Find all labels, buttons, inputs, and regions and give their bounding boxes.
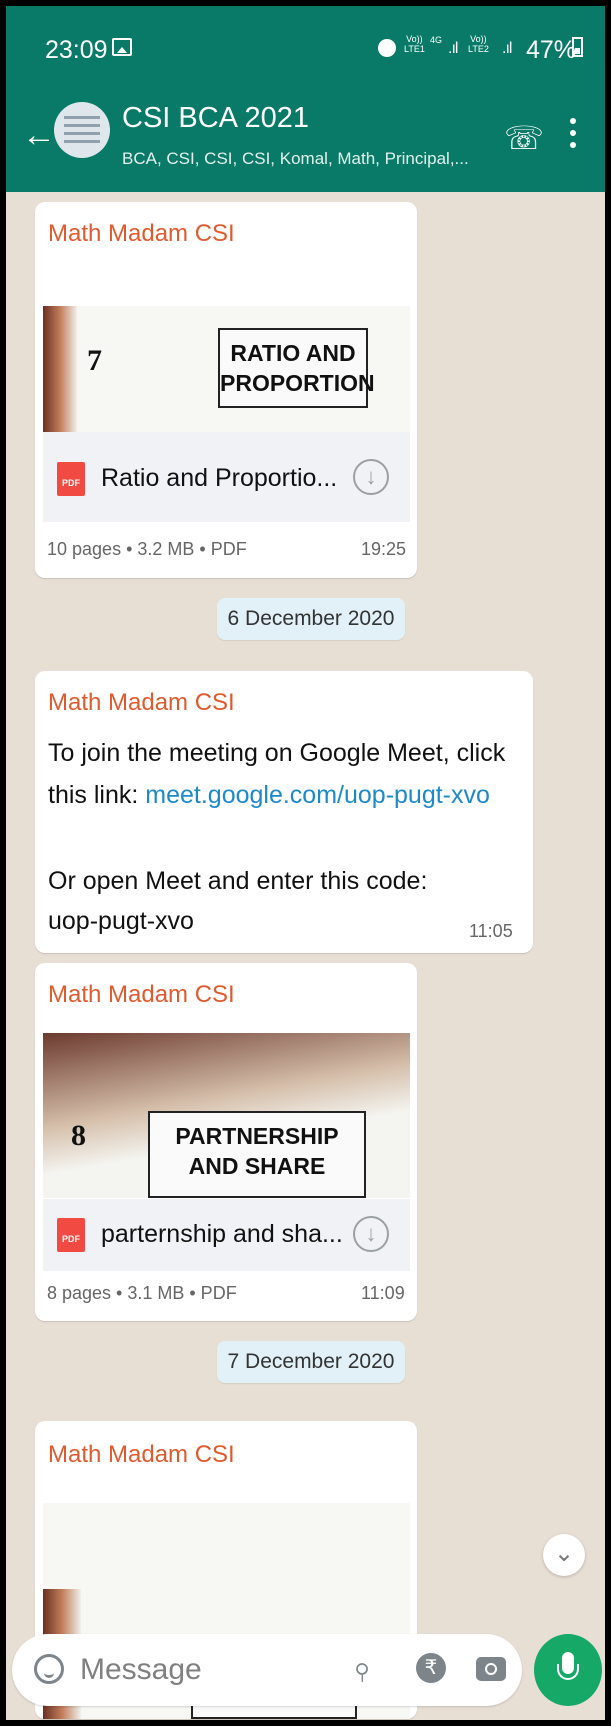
- message-time: 11:09: [361, 1283, 405, 1303]
- double-chevron-down-icon[interactable]: ⌄: [543, 1534, 585, 1576]
- sender-name: Math Madam CSI: [48, 689, 235, 716]
- signal-bars-icon: .ıl: [448, 40, 459, 57]
- pdf-icon: PDF: [57, 1218, 85, 1252]
- message-bubble[interactable]: Math Madam CSI 8 PARTNERSHIP AND SHARE P…: [35, 963, 417, 1321]
- chat-members[interactable]: BCA, CSI, CSI, CSI, Komal, Math, Princip…: [122, 149, 469, 169]
- microphone-button[interactable]: [534, 1634, 602, 1706]
- network-4g-label: 4G: [430, 35, 443, 45]
- emoji-icon[interactable]: [34, 1654, 64, 1684]
- more-vertical-icon[interactable]: [570, 118, 576, 148]
- message-text-line: Or open Meet and enter this code:: [48, 867, 428, 895]
- message-text-line: uop-pugt-xvo: [48, 907, 194, 935]
- message-bubble[interactable]: Math Madam CSI 7 RATIO AND PROPORTION PD…: [35, 202, 417, 578]
- date-separator: 6 December 2020: [217, 598, 405, 640]
- download-icon[interactable]: ↓: [353, 1216, 389, 1252]
- file-meta: 8 pages • 3.1 MB • PDF: [47, 1283, 237, 1303]
- battery-percent: 47%: [526, 36, 577, 64]
- message-time: 19:25: [361, 539, 407, 559]
- thumbnail-label: PARTNERSHIP AND SHARE: [148, 1111, 366, 1198]
- file-meta: 10 pages • 3.2 MB • PDF: [47, 539, 247, 559]
- message-time: 11:05: [469, 921, 513, 941]
- message-text-line: To join the meeting on Google Meet, clic…: [48, 739, 506, 767]
- pdf-thumbnail[interactable]: 8 PARTNERSHIP AND SHARE: [43, 1033, 410, 1198]
- file-attachment[interactable]: PDF Ratio and Proportio... ↓: [43, 432, 410, 522]
- sender-name: Math Madam CSI: [48, 1441, 235, 1468]
- microphone-icon: [557, 1652, 579, 1680]
- status-bar: 23:09 Vo)) LTE1 4G .ıl Vo)) LTE2 .ıl 47%: [6, 6, 605, 86]
- message-placeholder[interactable]: Message: [80, 1653, 202, 1687]
- pdf-icon: PDF: [57, 462, 85, 496]
- message-composer[interactable]: Message ⌕ ₹: [12, 1634, 522, 1706]
- file-name: parternship and sha...: [101, 1220, 343, 1248]
- download-icon[interactable]: ↓: [353, 459, 389, 495]
- camera-icon[interactable]: [476, 1657, 506, 1681]
- attachment-icon[interactable]: ⌕: [341, 1648, 382, 1689]
- thumbnail-number: 8: [71, 1119, 86, 1152]
- message-text-line: this link: meet.google.com/uop-pugt-xvo: [48, 781, 490, 809]
- sender-name: Math Madam CSI: [48, 981, 235, 1008]
- network-lte1: Vo)) LTE1: [404, 34, 425, 54]
- whatsapp-chat-screen: 23:09 Vo)) LTE1 4G .ıl Vo)) LTE2 .ıl 47%…: [6, 6, 605, 1720]
- alarm-icon: [378, 39, 396, 57]
- chat-title[interactable]: CSI BCA 2021: [122, 102, 309, 135]
- file-attachment[interactable]: PDF parternship and sha... ↓: [43, 1199, 410, 1271]
- signal-bars-icon: .ıl: [502, 40, 513, 57]
- meet-link[interactable]: meet.google.com/uop-pugt-xvo: [145, 781, 490, 809]
- thumbnail-number: 7: [87, 344, 102, 377]
- network-lte2: Vo)) LTE2: [468, 34, 489, 54]
- rupee-icon[interactable]: ₹: [416, 1653, 446, 1683]
- status-time: 23:09: [45, 36, 108, 64]
- gallery-icon: [112, 38, 132, 56]
- group-avatar[interactable]: [54, 102, 110, 158]
- pdf-thumbnail[interactable]: 7 RATIO AND PROPORTION: [43, 306, 410, 432]
- date-separator: 7 December 2020: [217, 1341, 405, 1383]
- sender-name: Math Madam CSI: [48, 220, 235, 247]
- arrow-left-icon[interactable]: ←: [22, 118, 56, 152]
- chat-header: 23:09 Vo)) LTE1 4G .ıl Vo)) LTE2 .ıl 47%…: [6, 6, 605, 192]
- add-call-icon[interactable]: ☏: [504, 119, 544, 157]
- file-name: Ratio and Proportio...: [101, 464, 338, 492]
- thumbnail-label: RATIO AND PROPORTION: [218, 328, 375, 408]
- battery-icon: [572, 37, 583, 57]
- message-bubble[interactable]: Math Madam CSI To join the meeting on Go…: [35, 671, 533, 953]
